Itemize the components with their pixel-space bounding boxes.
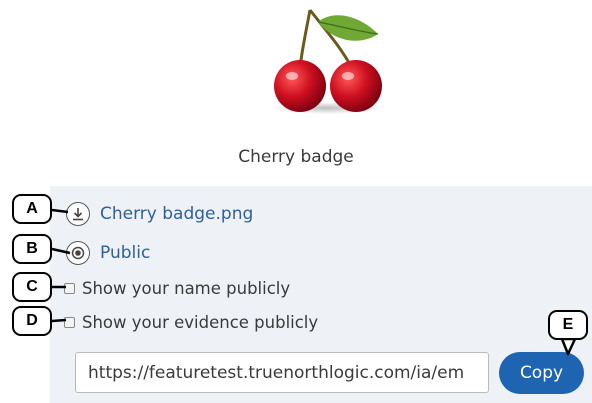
show-name-label: Show your name publicly: [82, 279, 291, 298]
callout-e: E: [548, 310, 588, 340]
show-name-checkbox[interactable]: [64, 283, 75, 294]
visibility-row[interactable]: Public: [66, 241, 150, 265]
callout-d: D: [12, 306, 52, 336]
download-icon[interactable]: [66, 202, 90, 226]
show-evidence-label: Show your evidence publicly: [82, 313, 319, 332]
show-name-row[interactable]: Show your name publicly: [64, 279, 290, 298]
show-evidence-checkbox[interactable]: [64, 317, 75, 328]
callout-b: B: [12, 234, 52, 264]
visibility-icon[interactable]: [66, 241, 90, 265]
callout-a: A: [12, 194, 52, 224]
visibility-link[interactable]: Public: [100, 243, 150, 263]
download-link[interactable]: Cherry badge.png: [100, 204, 253, 224]
callout-c: C: [12, 272, 52, 302]
badge-title: Cherry badge: [238, 147, 354, 167]
share-url-input[interactable]: [75, 352, 489, 393]
copy-button[interactable]: Copy: [499, 352, 584, 394]
download-row[interactable]: Cherry badge.png: [66, 202, 253, 226]
badge-image-cherry: [269, 9, 385, 114]
show-evidence-row[interactable]: Show your evidence publicly: [64, 313, 318, 332]
